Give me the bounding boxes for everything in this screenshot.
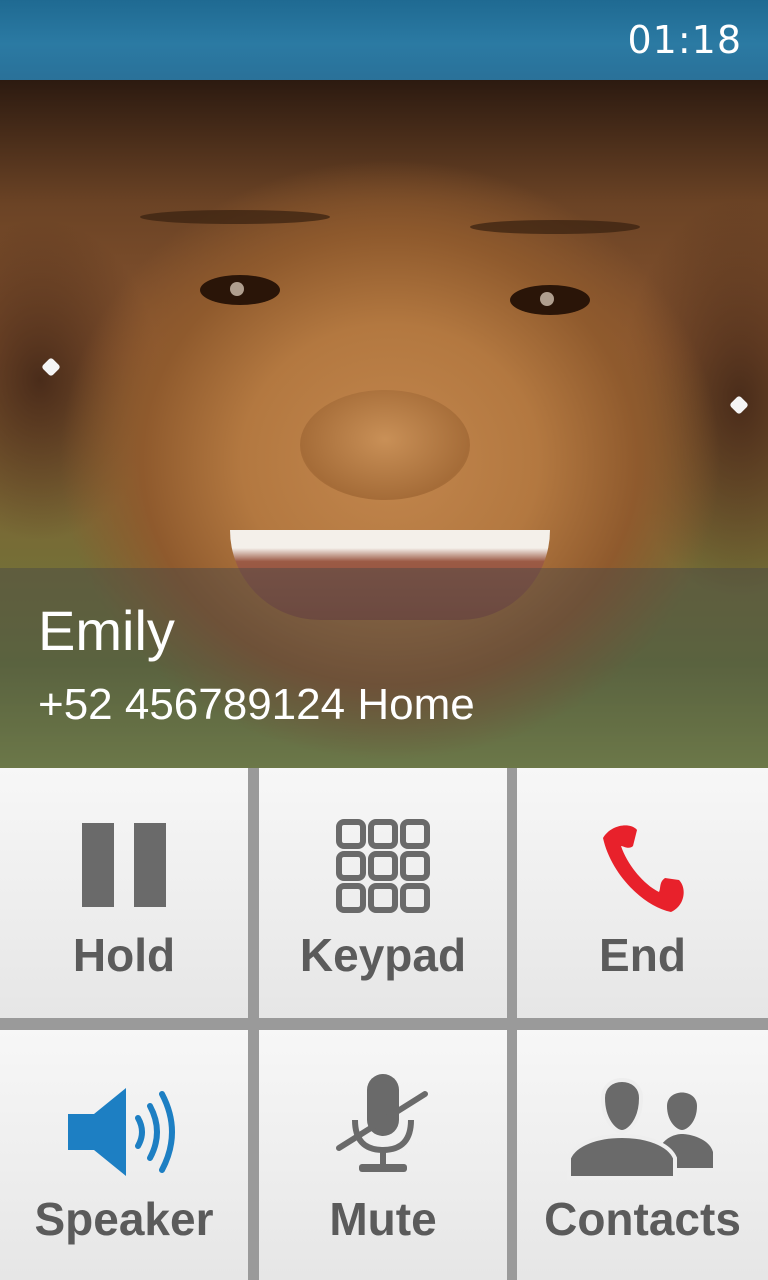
status-time: 01:18: [627, 18, 742, 62]
end-call-icon: [602, 825, 684, 912]
mute-label: Mute: [329, 1193, 437, 1245]
eye-left: [200, 275, 280, 305]
mute-microphone-icon: [336, 1074, 428, 1172]
caller-info: Emily +52 456789124 Home: [0, 568, 768, 768]
mute-button[interactable]: Mute: [259, 1030, 507, 1280]
nose: [300, 390, 470, 500]
keypad-icon: [336, 819, 430, 913]
keypad-button[interactable]: Keypad: [259, 768, 507, 1018]
end-label: End: [599, 929, 686, 981]
contacts-button[interactable]: Contacts: [517, 1030, 768, 1280]
hold-button[interactable]: Hold: [0, 768, 248, 1018]
contacts-icon: [566, 1078, 713, 1180]
speaker-button[interactable]: Speaker: [0, 1030, 248, 1280]
eye-right: [510, 285, 590, 315]
contacts-label: Contacts: [544, 1193, 741, 1245]
brow-right: [470, 220, 640, 234]
pause-icon: [82, 823, 166, 907]
status-bar: 01:18: [0, 0, 768, 80]
earring-right: [729, 395, 749, 415]
hold-label: Hold: [72, 929, 176, 981]
brow-left: [140, 210, 330, 224]
end-call-button[interactable]: End: [517, 768, 768, 1018]
caller-name: Emily: [38, 599, 175, 662]
speaker-label: Speaker: [34, 1193, 214, 1245]
call-controls: Hold Keypad End Speaker Mute Contacts: [0, 768, 768, 1280]
speaker-icon: [68, 1088, 175, 1176]
keypad-label: Keypad: [299, 929, 467, 981]
caller-number: +52 456789124 Home: [38, 680, 475, 729]
earring-left: [41, 357, 61, 377]
caller-photo: Emily +52 456789124 Home: [0, 80, 768, 768]
